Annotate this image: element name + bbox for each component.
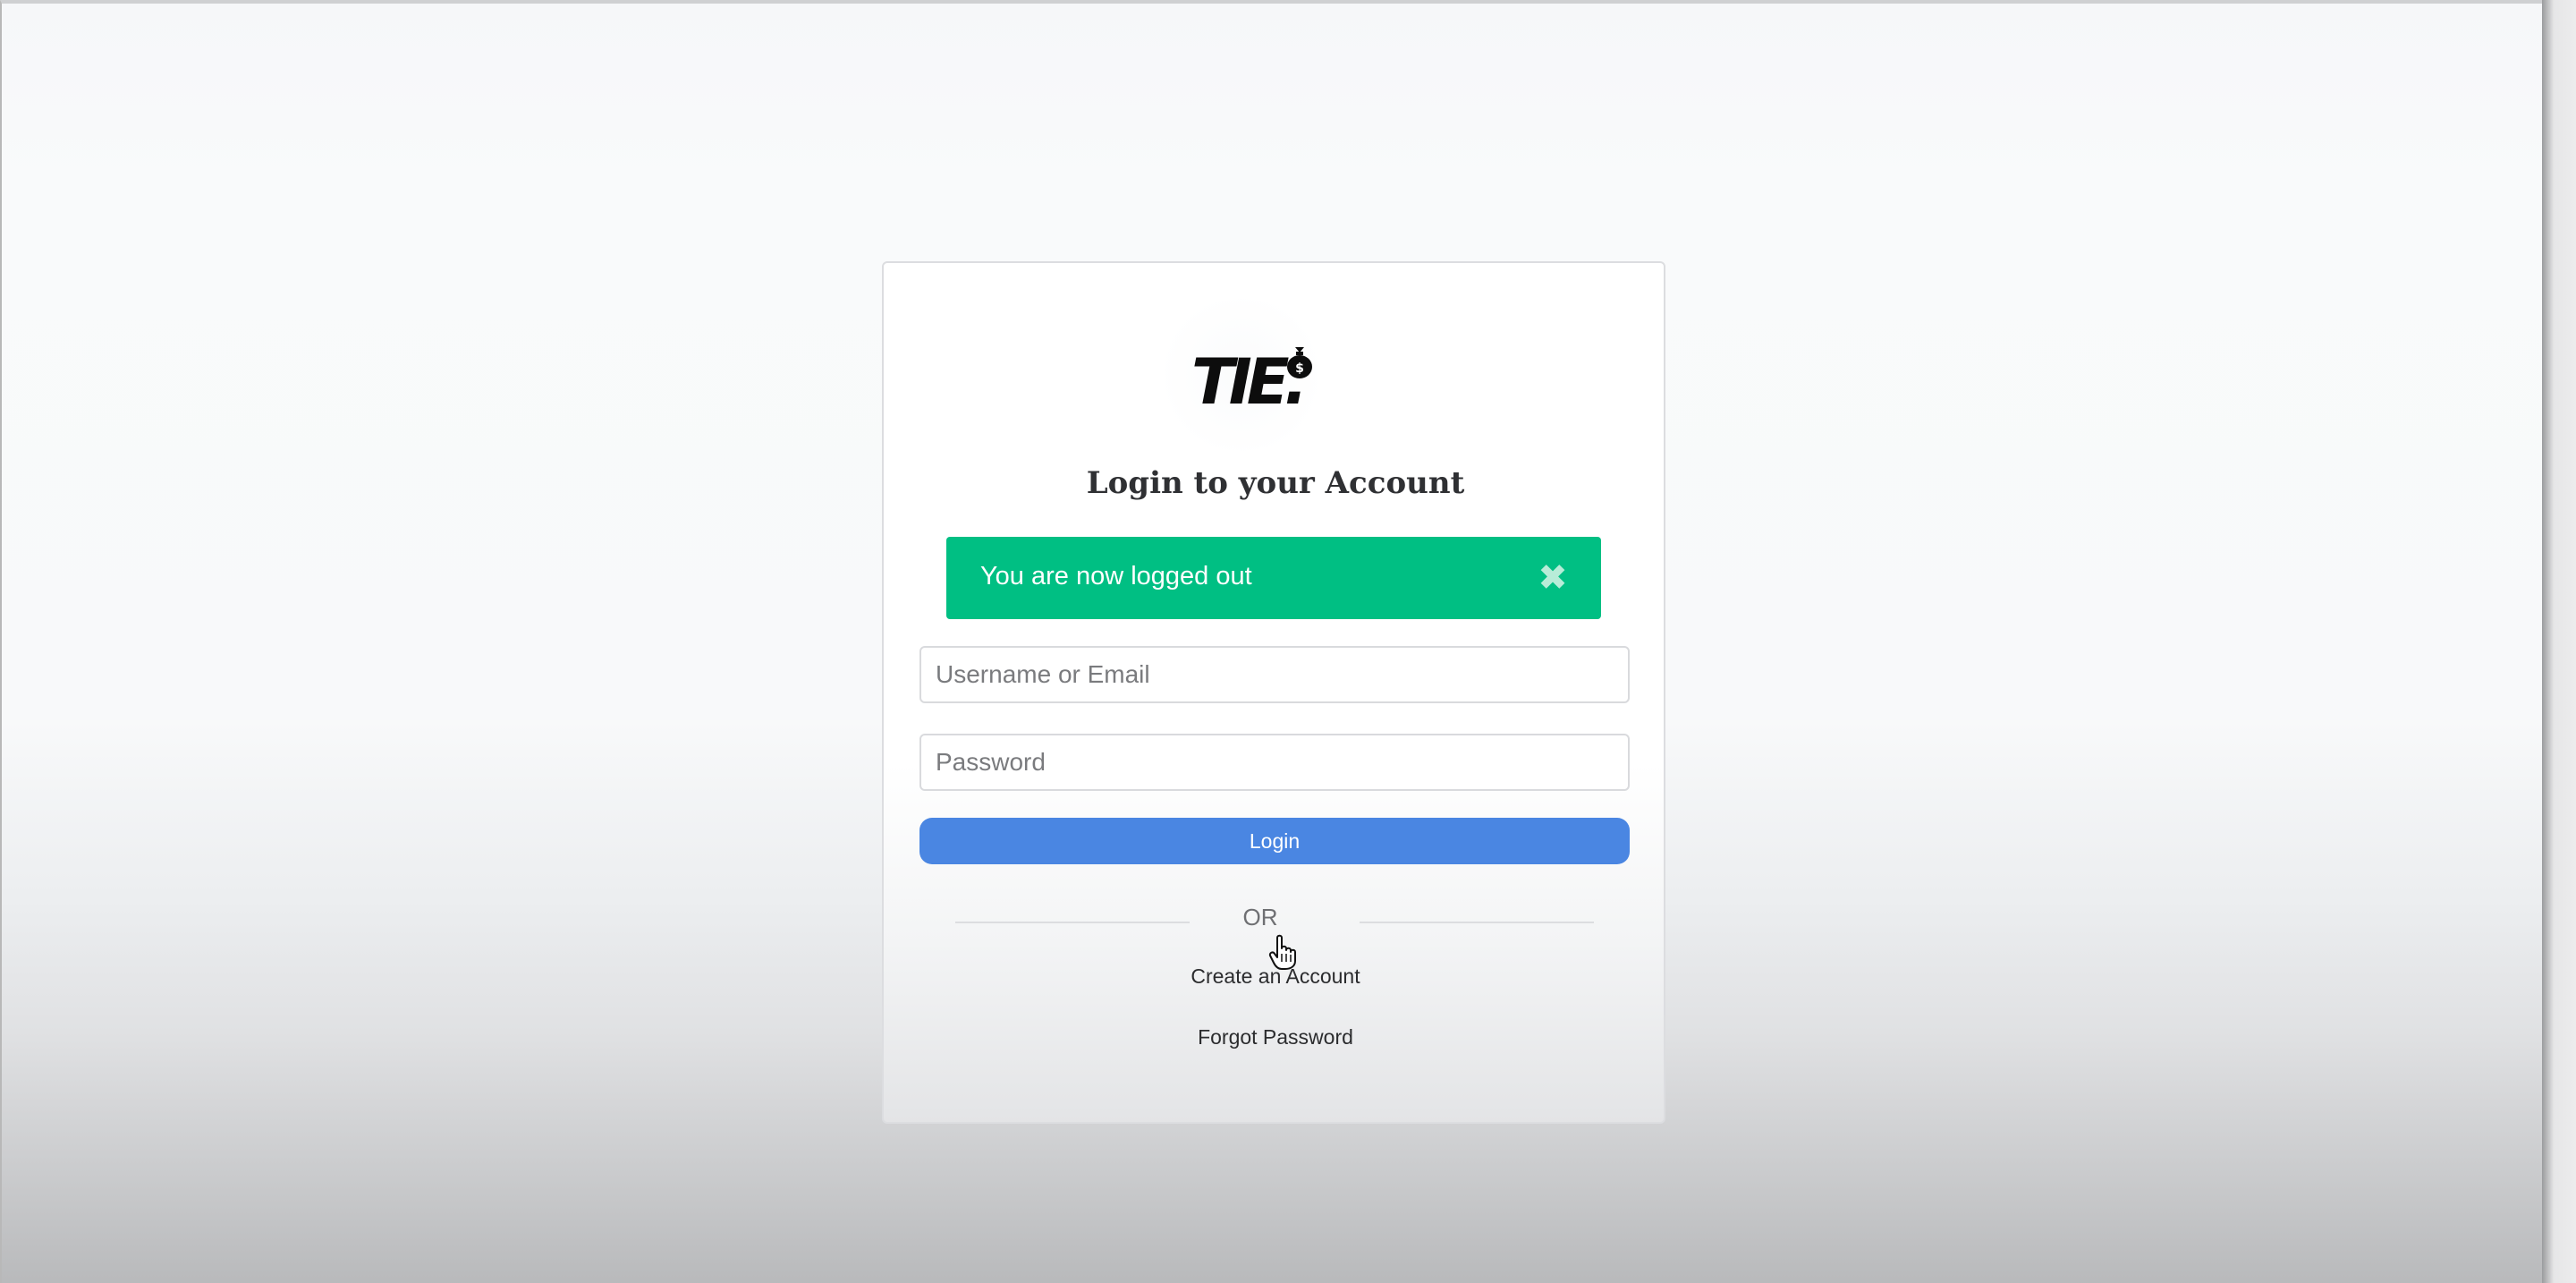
money-bag-icon: $ bbox=[1287, 347, 1312, 378]
divider-text: OR bbox=[1242, 904, 1278, 930]
username-input[interactable] bbox=[919, 646, 1630, 703]
svg-text:$: $ bbox=[1295, 361, 1304, 376]
password-input[interactable] bbox=[919, 734, 1630, 791]
browser-viewport: TIE. $ Login to your Account You are now… bbox=[0, 0, 2542, 1283]
divider-right bbox=[1360, 922, 1594, 923]
login-card: TIE. $ Login to your Account You are now… bbox=[882, 261, 1665, 1124]
page-title: Login to your Account bbox=[1086, 465, 1465, 501]
logout-alert: You are now logged out ✖ bbox=[946, 537, 1601, 619]
close-icon[interactable]: ✖ bbox=[1533, 558, 1572, 598]
window-edge bbox=[2542, 0, 2576, 1283]
forgot-password-link[interactable]: Forgot Password bbox=[884, 1025, 1667, 1049]
login-button[interactable]: Login bbox=[919, 818, 1630, 864]
alert-message: You are now logged out bbox=[980, 562, 1252, 591]
logo-container: TIE. $ bbox=[1152, 299, 1331, 451]
hand-pointer-cursor-icon bbox=[1268, 934, 1296, 970]
